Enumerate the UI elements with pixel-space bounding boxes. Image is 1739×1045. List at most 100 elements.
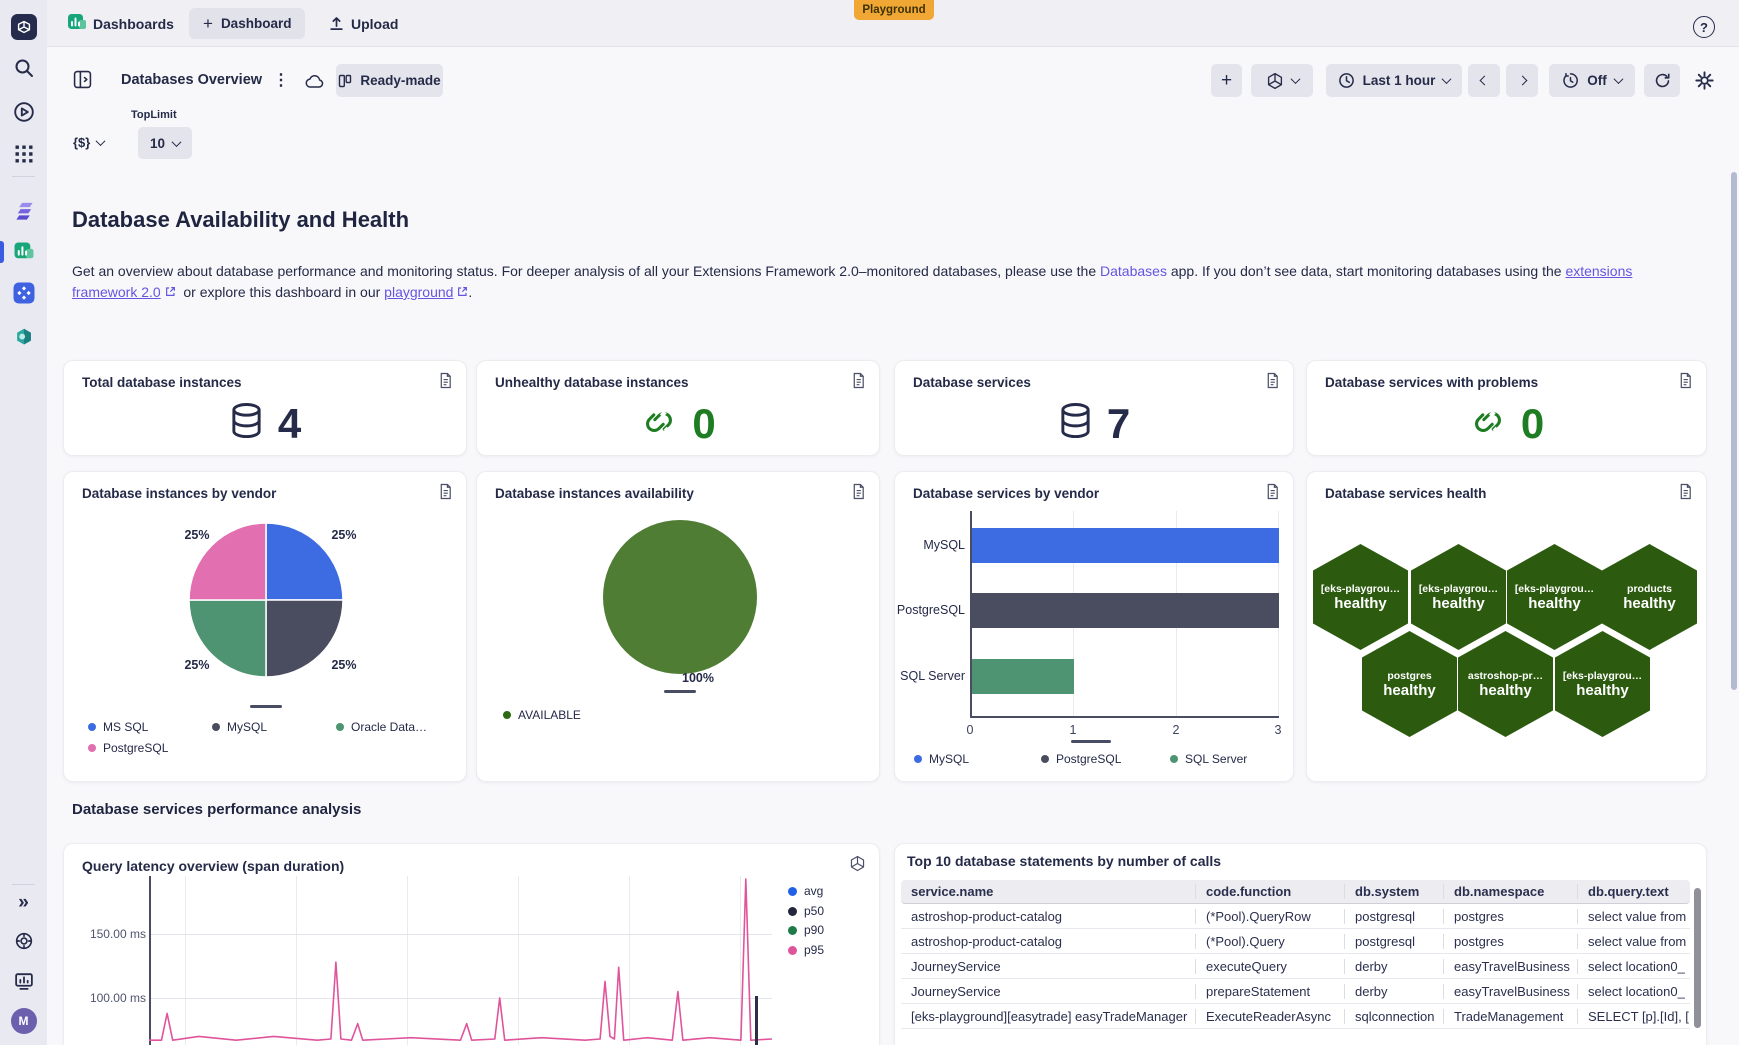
- legend-pager[interactable]: [664, 690, 696, 693]
- dashboards-app-icon[interactable]: [67, 13, 87, 38]
- table-row[interactable]: [eks-playground][easytrade] easyTradeMan…: [901, 1004, 1690, 1029]
- pie-slice-label: 25%: [319, 528, 369, 542]
- legend-item-available[interactable]: AVAILABLE: [503, 708, 581, 722]
- bar-postgresql[interactable]: [972, 593, 1279, 628]
- services-layers-icon[interactable]: [12, 200, 35, 223]
- document-icon[interactable]: [1678, 372, 1693, 394]
- databases-app-link[interactable]: Databases: [1100, 263, 1167, 279]
- chevron-down-icon: [96, 136, 106, 146]
- dashboard-title[interactable]: Databases Overview: [121, 72, 262, 88]
- column-header-code-function[interactable]: code.function: [1195, 884, 1344, 899]
- table-row[interactable]: astroshop-product-catalog(*Pool).QueryRo…: [901, 904, 1690, 929]
- legend-item-sql-server[interactable]: SQL Server: [1170, 752, 1247, 766]
- workflows-app-icon[interactable]: [13, 283, 34, 304]
- timeframe-back-button[interactable]: [1468, 64, 1500, 97]
- timeframe-forward-button[interactable]: [1506, 64, 1538, 97]
- dashboards-app-icon[interactable]: [13, 242, 34, 263]
- description-text: app. If you don’t see data, start monito…: [1167, 263, 1565, 279]
- bar-mysql[interactable]: [972, 528, 1279, 563]
- clouds-app-icon[interactable]: [13, 326, 35, 348]
- upload-label[interactable]: Upload: [351, 16, 398, 32]
- hexagon-service[interactable]: [eks-playgrou…healthy: [1555, 631, 1650, 737]
- hexagon-service[interactable]: [eks-playgrou…healthy: [1411, 544, 1506, 650]
- legend-item-postgresql[interactable]: PostgreSQL: [1041, 752, 1121, 766]
- table-scrollbar[interactable]: [1694, 888, 1701, 1028]
- legend-item-mysql[interactable]: MySQL: [212, 720, 267, 734]
- cube-icon[interactable]: [849, 855, 866, 877]
- legend-item-p90[interactable]: p90: [788, 923, 824, 937]
- hexagon-service[interactable]: [eks-playgrou…healthy: [1313, 544, 1408, 650]
- auto-refresh-selector[interactable]: Off: [1549, 64, 1635, 97]
- database-icon: [229, 401, 264, 447]
- tile-title: Database services: [913, 375, 1031, 390]
- external-link-icon: [161, 284, 180, 300]
- tab-dashboard[interactable]: + Dashboard: [189, 8, 305, 39]
- dynatrace-logo-icon[interactable]: [11, 14, 37, 40]
- tile-top-database-statements: Top 10 database statements by number of …: [894, 843, 1707, 1045]
- axis-pager[interactable]: [1071, 740, 1111, 743]
- legend-item-p95[interactable]: p95: [788, 943, 824, 957]
- app-title[interactable]: Dashboards: [93, 16, 174, 32]
- legend-item-oracle[interactable]: Oracle Data…: [336, 720, 427, 734]
- column-header-db-query-text[interactable]: db.query.text: [1577, 884, 1690, 899]
- bar-sql-server[interactable]: [972, 659, 1074, 694]
- external-link-icon: [453, 284, 468, 300]
- apps-grid-icon[interactable]: [15, 146, 32, 163]
- document-icon[interactable]: [1678, 483, 1693, 505]
- kebab-menu-icon[interactable]: ⋮: [273, 70, 289, 90]
- stat-value-group: 7: [895, 395, 1293, 453]
- playground-badge: Playground: [854, 0, 934, 20]
- upload-icon[interactable]: [328, 15, 345, 37]
- active-app-indicator: [0, 241, 4, 263]
- cloud-sync-icon[interactable]: [305, 74, 325, 94]
- legend-item-postgresql[interactable]: PostgreSQL: [88, 741, 168, 755]
- legend-pager[interactable]: [250, 705, 282, 708]
- hexagon-service[interactable]: astroshop-pr…healthy: [1458, 631, 1553, 737]
- document-icon[interactable]: [438, 483, 453, 505]
- table-row[interactable]: astroshop-product-catalog(*Pool).Querypo…: [901, 929, 1690, 954]
- ready-made-badge[interactable]: Ready-made: [336, 64, 443, 97]
- user-avatar[interactable]: M: [11, 1008, 37, 1034]
- top-limit-select[interactable]: 10: [138, 127, 192, 159]
- table-header-row: service.name code.function db.system db.…: [901, 880, 1690, 904]
- refresh-button[interactable]: [1644, 64, 1680, 97]
- add-tile-button[interactable]: +: [1211, 64, 1242, 97]
- legend-item-mysql[interactable]: MySQL: [914, 752, 969, 766]
- document-icon[interactable]: [851, 483, 866, 505]
- document-icon[interactable]: [438, 372, 453, 394]
- hexagon-service[interactable]: [eks-playgrou…healthy: [1507, 544, 1602, 650]
- table-row[interactable]: JourneyServiceprepareStatementderbyeasyT…: [901, 979, 1690, 1004]
- tile-database-services-health: Database services health [eks-playgrou…h…: [1306, 471, 1707, 782]
- database-icon: [1058, 401, 1093, 447]
- help-icon[interactable]: ?: [1693, 16, 1715, 38]
- search-icon[interactable]: [13, 57, 35, 79]
- legend-item-ms-sql[interactable]: MS SQL: [88, 720, 148, 734]
- hexagon-service[interactable]: postgreshealthy: [1362, 631, 1457, 737]
- pie-chart: [601, 518, 759, 676]
- legend-item-avg[interactable]: avg: [788, 884, 823, 898]
- tile-title: Unhealthy database instances: [495, 375, 689, 390]
- dashboard-board-icon[interactable]: [73, 70, 92, 94]
- pie-slice-label: 25%: [172, 528, 222, 542]
- column-header-db-namespace[interactable]: db.namespace: [1443, 884, 1577, 899]
- support-icon[interactable]: [13, 930, 35, 952]
- page-scrollbar[interactable]: [1731, 172, 1737, 690]
- previews-icon[interactable]: [13, 101, 35, 123]
- playground-link[interactable]: playground: [384, 284, 453, 300]
- column-header-service-name[interactable]: service.name: [901, 884, 1195, 899]
- document-icon[interactable]: [1265, 372, 1280, 394]
- timeframe-selector[interactable]: Last 1 hour: [1326, 64, 1462, 97]
- cube-icon: [1266, 72, 1284, 90]
- reports-icon[interactable]: [13, 971, 34, 992]
- document-icon[interactable]: [1265, 483, 1280, 505]
- expand-sidebar-icon[interactable]: »: [18, 892, 29, 914]
- document-icon[interactable]: [851, 372, 866, 394]
- settings-gear-icon[interactable]: [1694, 70, 1715, 96]
- table-row[interactable]: JourneyServiceexecuteQueryderbyeasyTrave…: [901, 954, 1690, 979]
- timeframe-label: Last 1 hour: [1363, 73, 1436, 88]
- column-header-db-system[interactable]: db.system: [1344, 884, 1443, 899]
- variables-button[interactable]: {$}: [73, 135, 104, 150]
- visualization-picker-button[interactable]: [1251, 64, 1313, 97]
- hexagon-service[interactable]: productshealthy: [1602, 544, 1697, 650]
- legend-item-p50[interactable]: p50: [788, 904, 824, 918]
